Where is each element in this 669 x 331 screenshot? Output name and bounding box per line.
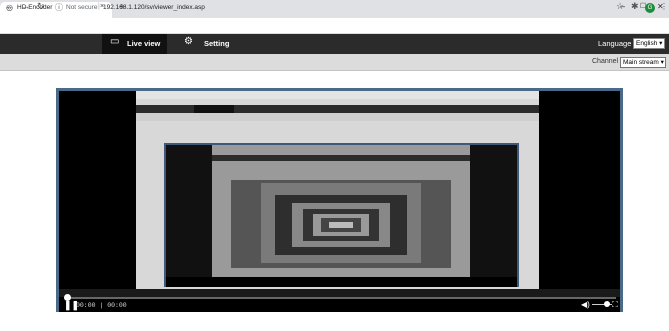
stream-frame-chanbar [136,113,539,121]
not-secure-label[interactable]: Not secure [66,4,97,11]
forward-arrow-icon[interactable]: → [21,1,30,11]
volume-icon[interactable]: ◀) [581,300,590,309]
bookmark-star-icon[interactable]: ☆ [616,1,624,12]
more-menu-icon[interactable]: ⋮ [660,2,668,11]
gear-icon[interactable]: ⚙ [184,36,193,47]
volume-knob[interactable] [604,301,610,307]
reload-icon[interactable]: ↻ [37,1,45,12]
player-control-bar [59,297,620,312]
channel-bar [0,54,669,71]
channel-select-value: Main stream [623,59,659,66]
video-stream[interactable] [59,91,620,297]
stream-frame-2-header [212,155,470,161]
url-input[interactable]: 192.168.1.120/sv/viewer_index.asp [103,4,205,11]
language-label: Language : [598,39,636,48]
stream-frame-tabs [136,91,539,99]
info-icon[interactable]: ⓘ [55,2,63,13]
tab-setting-label[interactable]: Setting [204,39,229,48]
url-separator: | [98,2,100,10]
back-arrow-icon[interactable]: ← [5,1,14,11]
language-select[interactable]: English ▾ [633,38,665,49]
monitor-icon: ▭ [110,36,120,47]
time-display: 00:00 | 00:00 [76,302,127,309]
stream-frame-tab [194,105,234,113]
extensions-puzzle-icon[interactable]: ✱ [631,1,639,12]
stream-controlbar-2 [166,277,517,287]
address-bar [0,18,669,34]
stream-frame-6 [329,222,353,228]
stream-taskbar [59,289,620,297]
fullscreen-icon[interactable]: ⛶ [612,300,618,310]
channel-select[interactable]: Main stream ▾ [620,57,666,68]
progress-track[interactable] [64,297,616,299]
profile-avatar[interactable]: G [645,3,655,13]
channel-label: Channel : [592,58,622,65]
app-header [0,34,669,54]
language-select-value: English [636,40,658,47]
tab-live-view-label[interactable]: Live view [127,39,160,48]
